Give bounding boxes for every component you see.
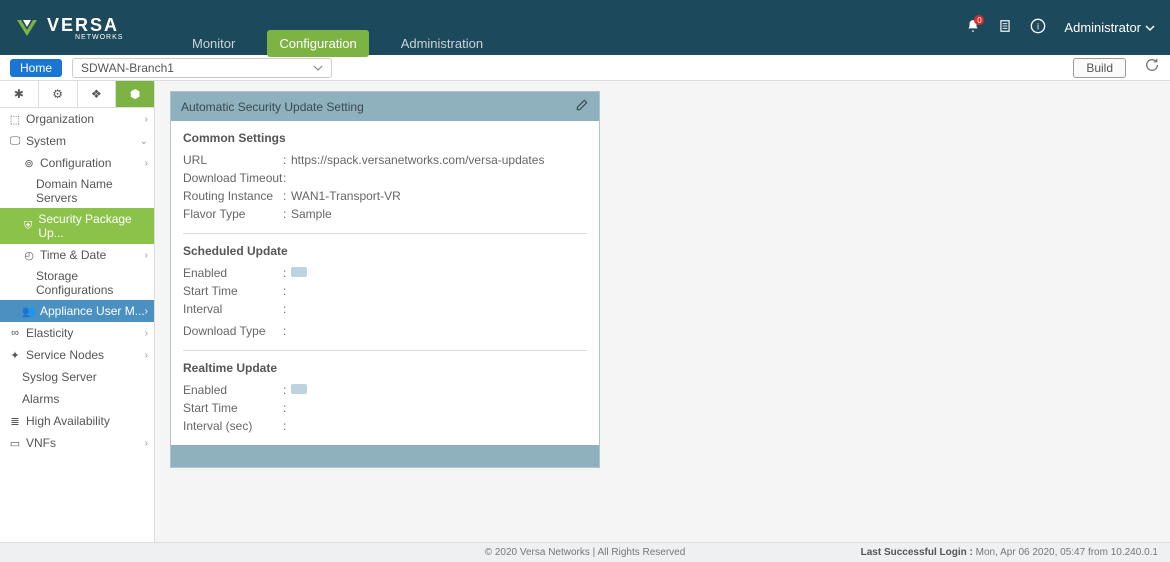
realtime-enabled-toggle[interactable] [291,384,307,394]
notifications-icon[interactable]: 0 [966,19,980,36]
sidebar-item-elasticity[interactable]: ∞Elasticity› [0,322,154,344]
sidebar-item-organization[interactable]: ⬚Organization› [0,108,154,130]
sidebar-item-security-package[interactable]: ⛨Security Package Up... [0,208,154,244]
sidebar-item-ha[interactable]: ≣High Availability [0,410,154,432]
sidebar-item-dns[interactable]: Domain Name Servers [0,174,154,208]
panel-footer [171,445,599,467]
chevron-down-icon [313,63,323,73]
chevron-right-icon: › [145,438,148,449]
subheader-bar: Home SDWAN-Branch1 Build [0,55,1170,81]
common-heading: Common Settings [183,131,587,145]
user-icon: 👥 [22,305,36,318]
field-routing-instance: Routing Instance:WAN1-Transport-VR [183,187,587,205]
sidebar-item-service-nodes[interactable]: ✦Service Nodes› [0,344,154,366]
iconbar-dashboard-icon[interactable]: ✱ [0,81,39,107]
iconbar-gear-icon[interactable]: ⚙ [39,81,78,107]
refresh-icon[interactable] [1144,57,1160,78]
field-realtime-start: Start Time: [183,399,587,417]
build-button[interactable]: Build [1073,58,1126,78]
ha-icon: ≣ [8,415,22,428]
field-scheduled-interval: Interval: [183,300,587,318]
admin-label: Administrator [1064,20,1141,35]
nav-monitor[interactable]: Monitor [180,30,247,57]
config-icon: ⊚ [22,157,36,170]
admin-dropdown[interactable]: Administrator [1064,20,1155,35]
main-content: ✱ ⚙ ❖ ⬢ ⬚Organization› 🖵System⌄ ⊚Configu… [0,81,1170,542]
field-scheduled-enabled: Enabled: [183,264,587,282]
nav-administration[interactable]: Administration [389,30,495,57]
home-button[interactable]: Home [10,59,62,77]
sidebar-item-time-date[interactable]: ◴Time & Date› [0,244,154,266]
sidebar-item-storage[interactable]: Storage Configurations [0,266,154,300]
realtime-heading: Realtime Update [183,361,587,375]
nav-configuration[interactable]: Configuration [267,30,368,57]
logo-block: VERSA NETWORKS [15,15,123,41]
sidebar-item-alarms[interactable]: Alarms [0,388,154,410]
content-area: Automatic Security Update Setting Common… [155,81,1170,542]
info-icon[interactable]: i [1030,18,1046,37]
header-right: 0 i Administrator [966,18,1155,37]
field-realtime-enabled: Enabled: [183,381,587,399]
panel-header: Automatic Security Update Setting [171,92,599,121]
elasticity-icon: ∞ [8,327,22,339]
chevron-right-icon: › [145,328,148,339]
edit-icon[interactable] [575,98,589,115]
divider [183,233,587,234]
nodes-icon: ✦ [8,349,22,362]
field-download-timeout: Download Timeout: [183,169,587,187]
shield-icon: ⛨ [22,220,34,233]
field-realtime-interval: Interval (sec): [183,417,587,435]
sidebar-iconbar: ✱ ⚙ ❖ ⬢ [0,81,154,108]
field-url: URL:https://spack.versanetworks.com/vers… [183,151,587,169]
divider [183,350,587,351]
clipboard-icon[interactable] [998,19,1012,36]
panel-body: Common Settings URL:https://spack.versan… [171,121,599,445]
chevron-right-icon: › [145,114,148,125]
clock-icon: ◴ [22,249,36,262]
sidebar-item-vnfs[interactable]: ▭VNFs› [0,432,154,454]
versa-logo-icon [15,16,39,40]
iconbar-other-icon[interactable]: ⬢ [116,81,154,107]
logo-subtext: NETWORKS [75,34,123,41]
field-scheduled-start: Start Time: [183,282,587,300]
device-selector[interactable]: SDWAN-Branch1 [72,58,332,78]
sidebar-item-appliance-user[interactable]: 👥Appliance User M...› [0,300,154,322]
org-icon: ⬚ [8,113,22,126]
vnfs-icon: ▭ [8,437,22,450]
sidebar-item-syslog[interactable]: Syslog Server [0,366,154,388]
sidebar-item-configuration[interactable]: ⊚Configuration› [0,152,154,174]
security-update-panel: Automatic Security Update Setting Common… [170,91,600,468]
top-header: VERSA NETWORKS Monitor Configuration Adm… [0,0,1170,55]
field-flavor-type: Flavor Type:Sample [183,205,587,223]
footer-copyright: © 2020 Versa Networks | All Rights Reser… [485,547,686,558]
chevron-right-icon: › [145,350,148,361]
sidebar: ✱ ⚙ ❖ ⬢ ⬚Organization› 🖵System⌄ ⊚Configu… [0,81,155,542]
chevron-down-icon: ⌄ [140,136,148,147]
scheduled-heading: Scheduled Update [183,244,587,258]
panel-title: Automatic Security Update Setting [181,100,364,114]
logo-text: VERSA [47,15,119,35]
chevron-right-icon: › [145,158,148,169]
scheduled-enabled-toggle[interactable] [291,267,307,277]
footer-last-login: Last Successful Login : Mon, Apr 06 2020… [861,547,1158,558]
iconbar-cube-icon[interactable]: ❖ [78,81,117,107]
footer-bar: © 2020 Versa Networks | All Rights Reser… [0,542,1170,562]
notification-badge: 0 [974,15,984,25]
chevron-right-icon: › [145,306,148,317]
svg-text:i: i [1037,21,1039,31]
chevron-right-icon: › [145,250,148,261]
device-selected: SDWAN-Branch1 [81,61,174,75]
field-download-type: Download Type: [183,322,587,340]
chevron-down-icon [1145,23,1155,33]
top-nav: Monitor Configuration Administration [180,30,495,57]
system-icon: 🖵 [8,135,22,148]
sidebar-item-system[interactable]: 🖵System⌄ [0,130,154,152]
